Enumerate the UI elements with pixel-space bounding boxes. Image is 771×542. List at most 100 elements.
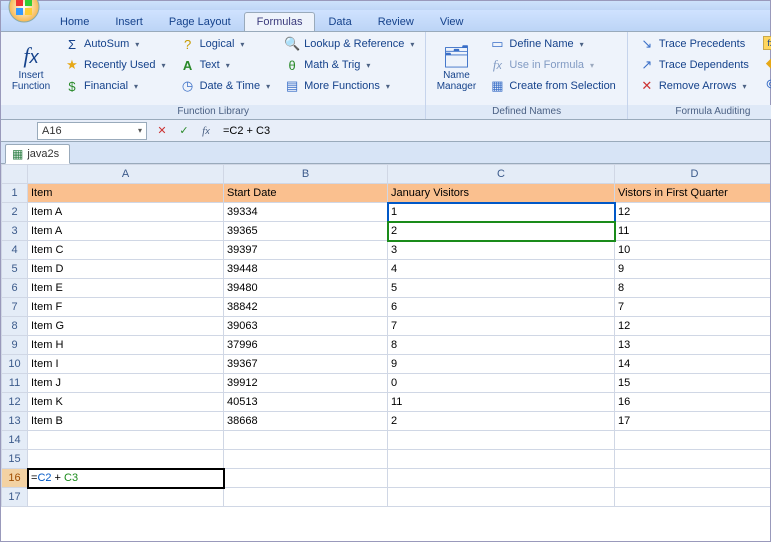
autosum-button[interactable]: ΣAutoSum▾ xyxy=(59,34,171,54)
financial-button[interactable]: $Financial▾ xyxy=(59,76,171,96)
tab-review[interactable]: Review xyxy=(365,12,427,31)
cell[interactable] xyxy=(388,450,615,469)
cell[interactable]: 11 xyxy=(388,393,615,412)
row-header[interactable]: 11 xyxy=(2,374,28,393)
cell[interactable]: 10 xyxy=(615,241,771,260)
row-header[interactable]: 17 xyxy=(2,488,28,507)
cell[interactable] xyxy=(615,431,771,450)
cell[interactable] xyxy=(28,488,224,507)
cell[interactable]: 3 xyxy=(388,241,615,260)
cell[interactable]: 38668 xyxy=(224,412,388,431)
cell[interactable]: 17 xyxy=(615,412,771,431)
row-header[interactable]: 9 xyxy=(2,336,28,355)
row-header[interactable]: 2 xyxy=(2,203,28,222)
trace-dependents-button[interactable]: ↗Trace Dependents xyxy=(634,55,754,75)
cell[interactable]: Item D xyxy=(28,260,224,279)
cell[interactable]: Vistors in First Quarter xyxy=(615,184,771,203)
cell[interactable]: 40513 xyxy=(224,393,388,412)
cell[interactable]: 4 xyxy=(388,260,615,279)
cell[interactable] xyxy=(388,469,615,488)
row-header[interactable]: 15 xyxy=(2,450,28,469)
cell[interactable]: Item C xyxy=(28,241,224,260)
cell[interactable]: Item H xyxy=(28,336,224,355)
evaluate-button[interactable]: ⊚ xyxy=(760,74,771,94)
cell[interactable]: 9 xyxy=(388,355,615,374)
row-header[interactable]: 14 xyxy=(2,431,28,450)
chevron-down-icon[interactable]: ▾ xyxy=(138,126,142,135)
insert-function-button[interactable]: fx Insert Function xyxy=(7,34,55,103)
more-functions-button[interactable]: ▤More Functions▾ xyxy=(279,76,419,96)
cell[interactable]: 39063 xyxy=(224,317,388,336)
cell[interactable]: Item G xyxy=(28,317,224,336)
cell[interactable] xyxy=(224,450,388,469)
col-header-D[interactable]: D xyxy=(615,165,771,184)
cell[interactable]: 14 xyxy=(615,355,771,374)
tab-insert[interactable]: Insert xyxy=(102,12,156,31)
cell[interactable]: Item A xyxy=(28,222,224,241)
cell[interactable]: 5 xyxy=(388,279,615,298)
cell[interactable]: 9 xyxy=(615,260,771,279)
cell[interactable]: 15 xyxy=(615,374,771,393)
cell[interactable]: 37996 xyxy=(224,336,388,355)
logical-button[interactable]: ?Logical▾ xyxy=(175,34,276,54)
text-button[interactable]: AText▾ xyxy=(175,55,276,75)
select-all-corner[interactable] xyxy=(2,165,28,184)
cell[interactable]: 39912 xyxy=(224,374,388,393)
spreadsheet-grid[interactable]: A B C D 1 Item Start Date January Visito… xyxy=(1,164,770,541)
cell[interactable]: 12 xyxy=(615,317,771,336)
col-header-B[interactable]: B xyxy=(224,165,388,184)
cell[interactable]: 6 xyxy=(388,298,615,317)
cell[interactable]: Item F xyxy=(28,298,224,317)
remove-arrows-button[interactable]: ✕Remove Arrows▾ xyxy=(634,76,754,96)
row-header[interactable]: 8 xyxy=(2,317,28,336)
create-from-selection-button[interactable]: ▦Create from Selection xyxy=(484,76,620,96)
cell[interactable]: 13 xyxy=(615,336,771,355)
cell[interactable]: Item B xyxy=(28,412,224,431)
row-header[interactable]: 13 xyxy=(2,412,28,431)
tab-view[interactable]: View xyxy=(427,12,477,31)
cell[interactable] xyxy=(615,469,771,488)
cell[interactable]: 7 xyxy=(615,298,771,317)
tab-home[interactable]: Home xyxy=(47,12,102,31)
use-in-formula-button[interactable]: fxUse in Formula▾ xyxy=(484,55,620,75)
define-name-button[interactable]: ▭Define Name▾ xyxy=(484,34,620,54)
datetime-button[interactable]: ◷Date & Time▾ xyxy=(175,76,276,96)
col-header-A[interactable]: A xyxy=(28,165,224,184)
cell[interactable] xyxy=(615,488,771,507)
trace-precedents-button[interactable]: ↘Trace Precedents xyxy=(634,34,754,54)
row-header[interactable]: 6 xyxy=(2,279,28,298)
recently-used-button[interactable]: ★Recently Used▾ xyxy=(59,55,171,75)
formula-input[interactable] xyxy=(219,122,770,140)
cancel-formula-button[interactable]: ✕ xyxy=(153,122,171,140)
cell[interactable] xyxy=(615,450,771,469)
cell[interactable]: 0 xyxy=(388,374,615,393)
cell[interactable] xyxy=(28,431,224,450)
row-header[interactable]: 12 xyxy=(2,393,28,412)
office-button[interactable] xyxy=(7,2,41,25)
row-header[interactable]: 1 xyxy=(2,184,28,203)
cell[interactable] xyxy=(388,431,615,450)
cell[interactable]: 2 xyxy=(388,412,615,431)
cell[interactable]: 39365 xyxy=(224,222,388,241)
cell[interactable] xyxy=(224,469,388,488)
lookup-button[interactable]: 🔍Lookup & Reference▾ xyxy=(279,34,419,54)
col-header-C[interactable]: C xyxy=(388,165,615,184)
show-formulas-button[interactable]: fx xyxy=(760,34,771,52)
cell[interactable]: 11 xyxy=(615,222,771,241)
cell[interactable]: 39480 xyxy=(224,279,388,298)
workbook-tab[interactable]: ▦ java2s xyxy=(5,144,70,164)
cell[interactable]: 39334 xyxy=(224,203,388,222)
cell[interactable]: 12 xyxy=(615,203,771,222)
row-header[interactable]: 10 xyxy=(2,355,28,374)
cell[interactable]: Start Date xyxy=(224,184,388,203)
enter-formula-button[interactable]: ✓ xyxy=(175,122,193,140)
tab-data[interactable]: Data xyxy=(315,12,364,31)
tab-pagelayout[interactable]: Page Layout xyxy=(156,12,244,31)
cell[interactable] xyxy=(224,488,388,507)
cell[interactable] xyxy=(224,431,388,450)
row-header[interactable]: 7 xyxy=(2,298,28,317)
cell[interactable]: 1 xyxy=(388,203,615,222)
cell[interactable]: 16 xyxy=(615,393,771,412)
cell[interactable]: Item J xyxy=(28,374,224,393)
cell[interactable]: 8 xyxy=(388,336,615,355)
